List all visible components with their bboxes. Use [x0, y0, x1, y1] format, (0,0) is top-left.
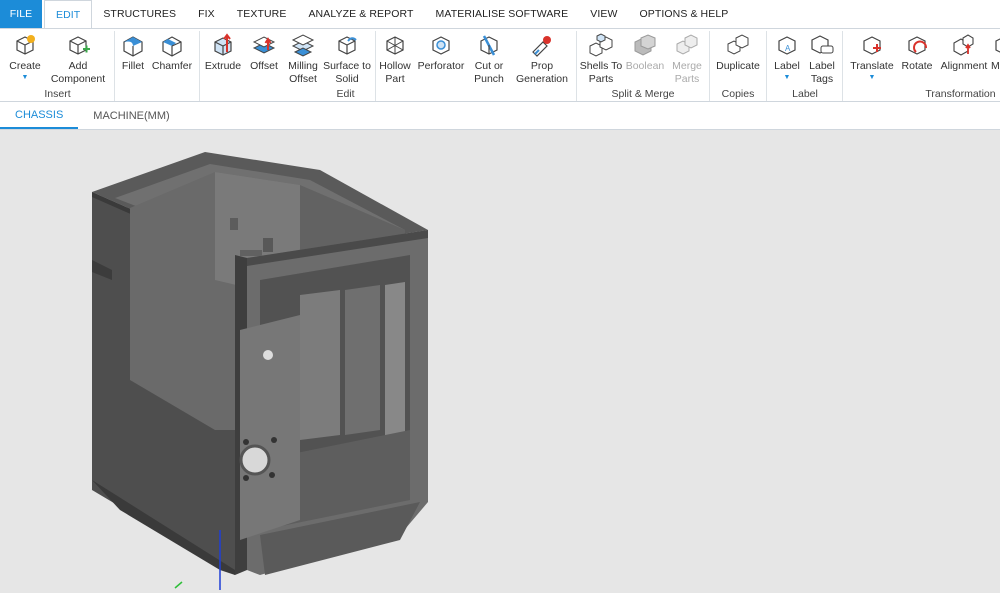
offset-label: Offset [250, 60, 278, 72]
merge-parts-button[interactable]: Merge Parts [668, 32, 706, 85]
more-transform-button[interactable]: M [991, 32, 1000, 73]
tab-chassis[interactable]: CHASSIS [0, 102, 79, 129]
menu-texture[interactable]: TEXTURE [226, 0, 298, 28]
chamfer-label: Chamfer [151, 60, 193, 72]
boolean-icon [634, 34, 656, 56]
hollow-part-label: Hollow Part [379, 60, 411, 85]
ribbon-toolbar: Create ▼ Add Component Insert Fillet Cha… [0, 28, 1000, 102]
chassis-model[interactable] [0, 130, 1000, 590]
rotate-button[interactable]: Rotate [900, 32, 934, 73]
prop-generation-button[interactable]: Prop Generation [513, 32, 571, 85]
shells-to-parts-button[interactable]: Shells To Parts [579, 32, 623, 85]
alignment-icon [953, 34, 974, 56]
merge-parts-label: Merge Parts [672, 60, 702, 85]
fillet-button[interactable]: Fillet [118, 32, 148, 73]
surface-to-solid-icon [338, 36, 357, 55]
surface-to-solid-button[interactable]: Surface to Solid [323, 32, 371, 85]
extrude-icon [214, 33, 232, 56]
menu-view[interactable]: VIEW [579, 0, 628, 28]
boolean-button[interactable]: Boolean [625, 32, 665, 73]
duplicate-button[interactable]: Duplicate [713, 32, 763, 73]
milling-offset-icon [291, 34, 315, 57]
label-button[interactable]: A Label ▼ [770, 32, 804, 82]
cut-or-punch-icon [480, 35, 498, 56]
perforator-label: Perforator [417, 60, 465, 72]
chamfer-icon [162, 36, 182, 57]
add-component-icon [69, 36, 90, 55]
hollow-part-icon [386, 36, 404, 55]
group-copies-label: Copies [721, 88, 755, 100]
alignment-label: Alignment [940, 60, 988, 72]
menu-analyze-report[interactable]: ANALYZE & REPORT [297, 0, 424, 28]
create-button[interactable]: Create ▼ [6, 32, 44, 82]
offset-button[interactable]: Offset [247, 32, 281, 73]
create-label: Create [9, 60, 41, 72]
surface-to-solid-label: Surface to Solid [323, 60, 371, 85]
label-tags-icon [811, 35, 834, 54]
merge-parts-icon [676, 34, 698, 55]
menu-materialise-software[interactable]: MATERIALISE SOFTWARE [425, 0, 580, 28]
hollow-part-button[interactable]: Hollow Part [378, 32, 412, 85]
add-component-label: Add Component [50, 60, 106, 85]
translate-icon [863, 36, 881, 55]
menu-fix[interactable]: FIX [187, 0, 226, 28]
rotate-icon [908, 36, 927, 55]
fillet-icon [123, 36, 143, 57]
label-tags-label: Label Tags [809, 60, 835, 85]
label-label: Label [774, 60, 800, 72]
extrude-button[interactable]: Extrude [204, 32, 242, 73]
shells-to-parts-label: Shells To Parts [579, 60, 623, 85]
perforator-button[interactable]: Perforator [416, 32, 466, 73]
group-split-merge-label: Split & Merge [611, 88, 675, 100]
create-dropdown-caret[interactable]: ▼ [22, 73, 29, 82]
translate-button[interactable]: Translate ▼ [848, 32, 896, 82]
group-transformation-label: Transformation [925, 88, 996, 100]
more-transform-icon [995, 38, 1000, 53]
label-tags-button[interactable]: Label Tags [804, 32, 840, 85]
shells-to-parts-icon [589, 33, 613, 57]
rotate-label: Rotate [901, 60, 933, 72]
add-component-button[interactable]: Add Component [50, 32, 106, 85]
cut-or-punch-label: Cut or Punch [474, 60, 504, 85]
create-icon [16, 35, 35, 55]
translate-label: Translate [850, 60, 894, 72]
duplicate-icon [727, 34, 749, 55]
menu-options-help[interactable]: OPTIONS & HELP [628, 0, 739, 28]
tab-machine-mm[interactable]: MACHINE(MM) [78, 102, 184, 129]
milling-offset-button[interactable]: Milling Offset [285, 32, 321, 85]
extrude-label: Extrude [204, 60, 242, 72]
menu-bar: FILE EDIT STRUCTURES FIX TEXTURE ANALYZE… [0, 0, 1000, 29]
menu-file[interactable]: FILE [0, 0, 42, 28]
duplicate-label: Duplicate [716, 60, 760, 72]
menu-structures[interactable]: STRUCTURES [92, 0, 187, 28]
prop-generation-label: Prop Generation [516, 60, 568, 85]
3d-viewport[interactable] [0, 130, 1000, 590]
group-label-label: Label [792, 88, 818, 100]
boolean-label: Boolean [625, 60, 665, 72]
milling-offset-label: Milling Offset [288, 60, 318, 85]
prop-generation-icon [532, 36, 551, 57]
fillet-label: Fillet [121, 60, 145, 72]
group-edit-label: Edit [336, 88, 355, 100]
svg-text:A: A [785, 44, 791, 53]
chamfer-button[interactable]: Chamfer [151, 32, 193, 73]
document-tabs: CHASSIS MACHINE(MM) [0, 102, 1000, 130]
translate-dropdown-caret[interactable]: ▼ [869, 73, 876, 82]
label-icon: A [778, 36, 796, 55]
perforator-icon [432, 36, 450, 55]
offset-icon [252, 36, 276, 54]
group-insert-label: Insert [44, 88, 71, 100]
alignment-button[interactable]: Alignment [940, 32, 988, 73]
more-transform-label: M [991, 60, 1000, 72]
menu-edit[interactable]: EDIT [44, 0, 93, 29]
label-dropdown-caret[interactable]: ▼ [784, 73, 791, 82]
cut-or-punch-button[interactable]: Cut or Punch [470, 32, 508, 85]
